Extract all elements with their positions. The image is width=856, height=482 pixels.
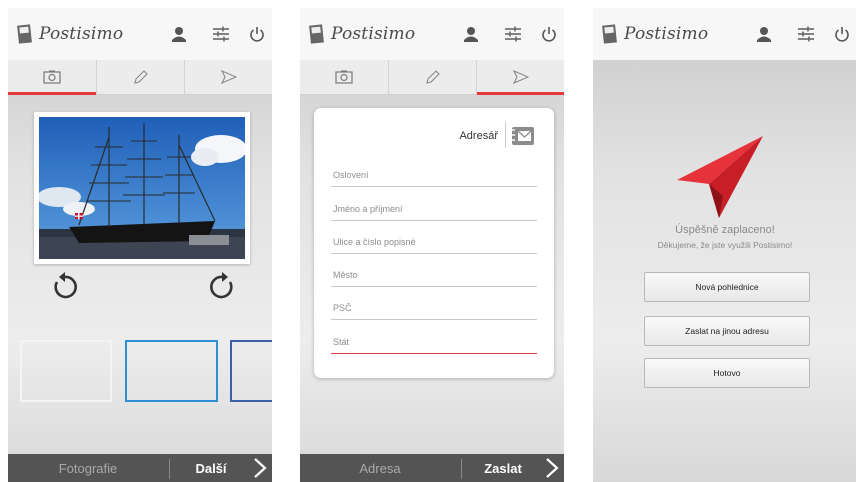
app-logo: Postisimo — [308, 22, 415, 46]
user-icon[interactable] — [168, 23, 190, 45]
sliders-icon[interactable] — [795, 23, 817, 45]
street-input[interactable] — [331, 233, 541, 251]
send-button[interactable]: Zaslat — [463, 454, 543, 482]
zip-field[interactable] — [331, 297, 541, 320]
sliders-icon[interactable] — [210, 23, 232, 45]
success-title: Úspěšně zaplaceno! — [675, 224, 775, 236]
top-bar: Postisimo — [8, 8, 272, 60]
done-button[interactable]: Hotovo — [644, 358, 810, 388]
app-name: Postisimo — [624, 24, 709, 44]
tab-bar — [300, 60, 564, 95]
app-name: Postisimo — [39, 24, 124, 44]
next-button[interactable]: Další — [171, 454, 251, 482]
photo-frame[interactable] — [34, 112, 250, 264]
back-button[interactable]: Fotografie — [8, 454, 168, 482]
frame-thumbnail[interactable] — [20, 340, 112, 402]
top-bar: Postisimo — [300, 8, 564, 60]
send-icon — [513, 70, 529, 84]
power-icon[interactable] — [538, 23, 560, 45]
send-to-another-address-button[interactable]: Zaslat na jinou adresu — [644, 316, 810, 346]
zip-input[interactable] — [331, 299, 541, 317]
chevron-right-icon[interactable] — [544, 458, 560, 478]
camera-icon — [335, 70, 353, 84]
phone-screen-address: Postisimo Adresář Oslovení Jméno a příjm… — [300, 8, 564, 482]
camera-icon — [43, 70, 61, 84]
new-postcard-button[interactable]: Nová pohlednice — [644, 272, 810, 302]
frame-thumbnail-selected[interactable] — [125, 340, 218, 402]
power-icon[interactable] — [831, 23, 853, 45]
postcard-logo-icon — [309, 24, 324, 44]
tab-send[interactable] — [476, 60, 564, 95]
thank-you-text: Děkujeme, že jste využili Postisimo! — [657, 240, 793, 250]
tab-send[interactable] — [184, 60, 272, 94]
sliders-icon[interactable] — [502, 23, 524, 45]
salutation-field[interactable] — [331, 164, 541, 187]
country-input[interactable] — [331, 333, 541, 351]
pencil-icon — [134, 70, 148, 84]
tab-photo[interactable] — [8, 60, 96, 95]
city-input[interactable] — [331, 266, 541, 284]
postcard-photo — [39, 117, 245, 259]
street-field[interactable] — [331, 231, 541, 254]
user-icon[interactable] — [753, 23, 775, 45]
address-book-icon[interactable] — [511, 126, 535, 146]
divider — [461, 459, 462, 479]
tab-edit[interactable] — [96, 60, 185, 94]
address-book-label[interactable]: Adresář — [459, 130, 498, 142]
rotate-left-icon[interactable] — [48, 270, 80, 302]
app-name: Postisimo — [331, 24, 416, 44]
power-icon[interactable] — [246, 23, 268, 45]
send-icon — [221, 70, 237, 84]
bottom-bar: Adresa Zaslat — [300, 454, 564, 482]
back-button[interactable]: Adresa — [300, 454, 460, 482]
postcard-logo-icon — [17, 24, 32, 44]
chevron-right-icon[interactable] — [252, 458, 268, 478]
paper-plane-icon — [677, 136, 763, 218]
bottom-bar: Fotografie Další — [8, 454, 272, 482]
rotate-right-icon[interactable] — [207, 270, 239, 302]
top-bar: Postisimo — [593, 8, 856, 60]
pencil-icon — [426, 70, 440, 84]
divider — [169, 459, 170, 479]
salutation-input[interactable] — [331, 166, 541, 184]
phone-screen-success: Postisimo Úspěšně zaplaceno! Děkujeme, ž… — [593, 8, 856, 482]
postcard-logo-icon — [602, 24, 617, 44]
full-name-input[interactable] — [331, 200, 541, 218]
phone-screen-photo: Postisimo Fotografie Další — [8, 8, 272, 482]
full-name-field[interactable] — [331, 198, 541, 221]
address-form-card: Adresář — [314, 108, 554, 378]
user-icon[interactable] — [460, 23, 482, 45]
frame-thumbnail[interactable] — [230, 340, 272, 402]
divider — [505, 122, 506, 148]
country-field[interactable] — [331, 331, 541, 354]
tab-photo[interactable] — [300, 60, 388, 94]
city-field[interactable] — [331, 264, 541, 287]
tab-bar — [8, 60, 272, 95]
tab-edit[interactable] — [388, 60, 477, 94]
app-logo: Postisimo — [16, 22, 123, 46]
app-logo: Postisimo — [601, 22, 708, 46]
